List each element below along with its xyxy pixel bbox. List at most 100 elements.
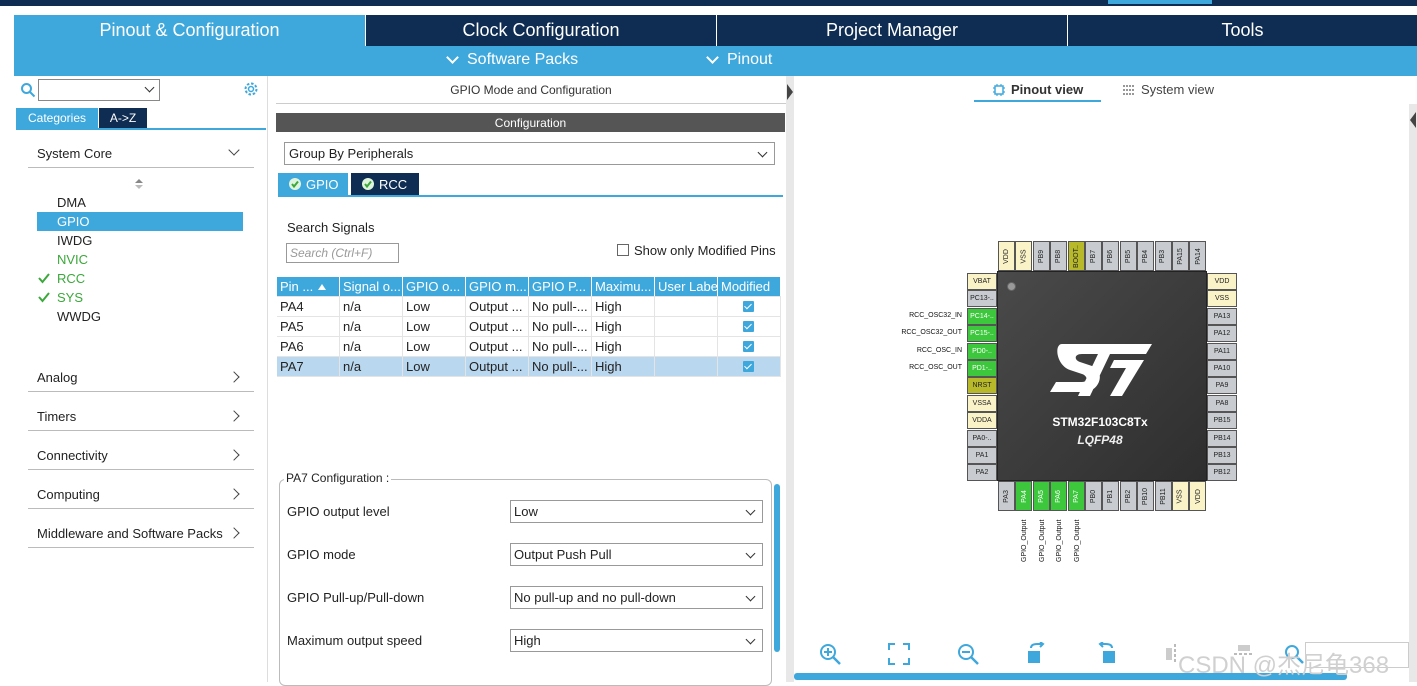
peripheral-gpio[interactable]: GPIO <box>37 212 243 231</box>
pin-pa13[interactable]: PA13 <box>1207 307 1237 325</box>
pin-nrst[interactable]: NRST <box>967 377 997 395</box>
pinout-view-tab[interactable]: Pinout view <box>992 82 1083 97</box>
pin-vdd[interactable]: VDD <box>1189 481 1207 511</box>
pin-vbat[interactable]: VBAT <box>967 273 997 290</box>
fit-screen-icon[interactable] <box>887 642 911 666</box>
categories-tab[interactable]: Categories <box>16 108 98 128</box>
a-z-tab[interactable]: A->Z <box>99 108 147 128</box>
config-scrollbar[interactable] <box>774 484 780 652</box>
pin-pb5[interactable]: PB5 <box>1119 241 1137 271</box>
collapse-arrow-icon[interactable] <box>786 82 794 102</box>
sort-icon[interactable] <box>134 178 144 190</box>
pin-pb9[interactable]: PB9 <box>1032 241 1050 271</box>
pin-pb3[interactable]: PB3 <box>1154 241 1172 271</box>
table-row[interactable]: PA4 n/a Low Output ... No pull-... High <box>277 297 781 317</box>
modified-checkbox[interactable] <box>743 341 754 352</box>
rotate-right-icon[interactable] <box>1025 642 1049 666</box>
column-header-output-level[interactable]: GPIO o... <box>403 277 466 296</box>
zoom-out-icon[interactable] <box>956 642 980 666</box>
pin-vss[interactable]: VSS <box>1015 241 1033 271</box>
table-row[interactable]: PA6 n/a Low Output ... No pull-... High <box>277 337 781 357</box>
pin-pb11[interactable]: PB11 <box>1154 481 1172 511</box>
peripheral-iwdg[interactable]: IWDG <box>37 231 243 250</box>
pin-pa7[interactable]: PA7 <box>1067 481 1085 511</box>
pin-pa10[interactable]: PA10 <box>1207 360 1237 377</box>
modified-checkbox[interactable] <box>743 301 754 312</box>
pin-pb8[interactable]: PB8 <box>1050 241 1068 271</box>
pin-pa6[interactable]: PA6 <box>1050 481 1068 511</box>
pin-pb12[interactable]: PB12 <box>1207 464 1237 482</box>
peripheral-nvic[interactable]: NVIC <box>37 250 243 269</box>
column-header-max-speed[interactable]: Maximu... <box>592 277 655 296</box>
pin-pd1[interactable]: PD1-.. <box>967 360 997 377</box>
pin-pc15[interactable]: PC15-.. <box>967 325 997 343</box>
pin-pa0[interactable]: PA0-.. <box>967 429 997 447</box>
show-modified-checkbox[interactable] <box>617 244 629 256</box>
pin-vss[interactable]: VSS <box>1172 481 1189 511</box>
rotate-left-icon[interactable] <box>1094 642 1118 666</box>
table-row-selected[interactable]: PA7 n/a Low Output ... No pull-... High <box>277 357 781 377</box>
column-header-mode[interactable]: GPIO m... <box>466 277 529 296</box>
peripheral-rcc[interactable]: RCC <box>37 269 243 288</box>
collapse-arrow-icon[interactable] <box>1409 110 1417 130</box>
pin-pb15[interactable]: PB15 <box>1207 412 1237 430</box>
tab-tools[interactable]: Tools <box>1068 15 1417 46</box>
pin-boot[interactable]: BOOT.. <box>1067 241 1085 271</box>
pin-pb14[interactable]: PB14 <box>1207 429 1237 447</box>
gpio-mode-select[interactable]: Output Push Pull <box>510 543 763 566</box>
search-signals-input[interactable]: Search (Ctrl+F) <box>286 243 399 263</box>
tab-clock-configuration[interactable]: Clock Configuration <box>366 15 716 46</box>
pin-pa12[interactable]: PA12 <box>1207 325 1237 343</box>
pin-pc13[interactable]: PC13-.. <box>967 290 997 308</box>
software-packs-menu[interactable]: Software Packs <box>446 51 578 69</box>
pin-pb7[interactable]: PB7 <box>1085 241 1102 271</box>
search-icon[interactable] <box>20 82 36 98</box>
category-middleware[interactable]: Middleware and Software Packs <box>28 520 254 548</box>
pin-pa3[interactable]: PA3 <box>998 481 1015 511</box>
pin-pa11[interactable]: PA11 <box>1207 342 1237 360</box>
panel-splitter[interactable] <box>786 76 794 682</box>
column-header-modified[interactable]: Modified <box>718 277 781 296</box>
category-connectivity[interactable]: Connectivity <box>28 442 254 470</box>
tab-pinout-configuration[interactable]: Pinout & Configuration <box>14 15 365 46</box>
pin-vdd[interactable]: VDD <box>998 241 1015 271</box>
pull-select[interactable]: No pull-up and no pull-down <box>510 586 763 609</box>
pin-pb10[interactable]: PB10 <box>1137 481 1155 511</box>
column-header-pin[interactable]: Pin ... <box>277 277 340 296</box>
category-search-combo[interactable] <box>38 79 160 101</box>
category-timers[interactable]: Timers <box>28 403 254 431</box>
peripheral-sys[interactable]: SYS <box>37 288 243 307</box>
pinout-menu[interactable]: Pinout <box>706 51 772 69</box>
category-analog[interactable]: Analog <box>28 364 254 392</box>
right-splitter[interactable] <box>1409 104 1417 682</box>
tab-project-manager[interactable]: Project Manager <box>717 15 1067 46</box>
pin-pb6[interactable]: PB6 <box>1102 241 1120 271</box>
category-computing[interactable]: Computing <box>28 481 254 509</box>
modified-checkbox[interactable] <box>743 321 754 332</box>
pin-pa8[interactable]: PA8 <box>1207 394 1237 412</box>
pin-pa4[interactable]: PA4 <box>1015 481 1033 511</box>
output-level-select[interactable]: Low <box>510 500 763 523</box>
pin-pa1[interactable]: PA1 <box>967 447 997 464</box>
pin-pc14[interactable]: PC14-.. <box>967 307 997 325</box>
pin-pb0[interactable]: PB0 <box>1085 481 1102 511</box>
pin-pa15[interactable]: PA15 <box>1172 241 1189 271</box>
column-header-user-label[interactable]: User Label <box>655 277 718 296</box>
pin-vdd[interactable]: VDD <box>1207 273 1237 290</box>
pin-pa5[interactable]: PA5 <box>1032 481 1050 511</box>
peripheral-dma[interactable]: DMA <box>37 193 243 212</box>
modified-checkbox[interactable] <box>743 361 754 372</box>
pin-pb4[interactable]: PB4 <box>1137 241 1155 271</box>
max-speed-select[interactable]: High <box>510 629 763 652</box>
pin-pb2[interactable]: PB2 <box>1119 481 1137 511</box>
pin-vss[interactable]: VSS <box>1207 290 1237 308</box>
system-view-tab[interactable]: System view <box>1122 82 1214 97</box>
zoom-in-icon[interactable] <box>818 642 842 666</box>
table-row[interactable]: PA5 n/a Low Output ... No pull-... High <box>277 317 781 337</box>
pin-vssa[interactable]: VSSA <box>967 394 997 412</box>
column-header-signal[interactable]: Signal o... <box>340 277 403 296</box>
column-header-pull[interactable]: GPIO P... <box>529 277 592 296</box>
peripheral-wwdg[interactable]: WWDG <box>37 307 243 326</box>
pin-pa14[interactable]: PA14 <box>1189 241 1207 271</box>
pin-pd0[interactable]: PD0-.. <box>967 342 997 360</box>
